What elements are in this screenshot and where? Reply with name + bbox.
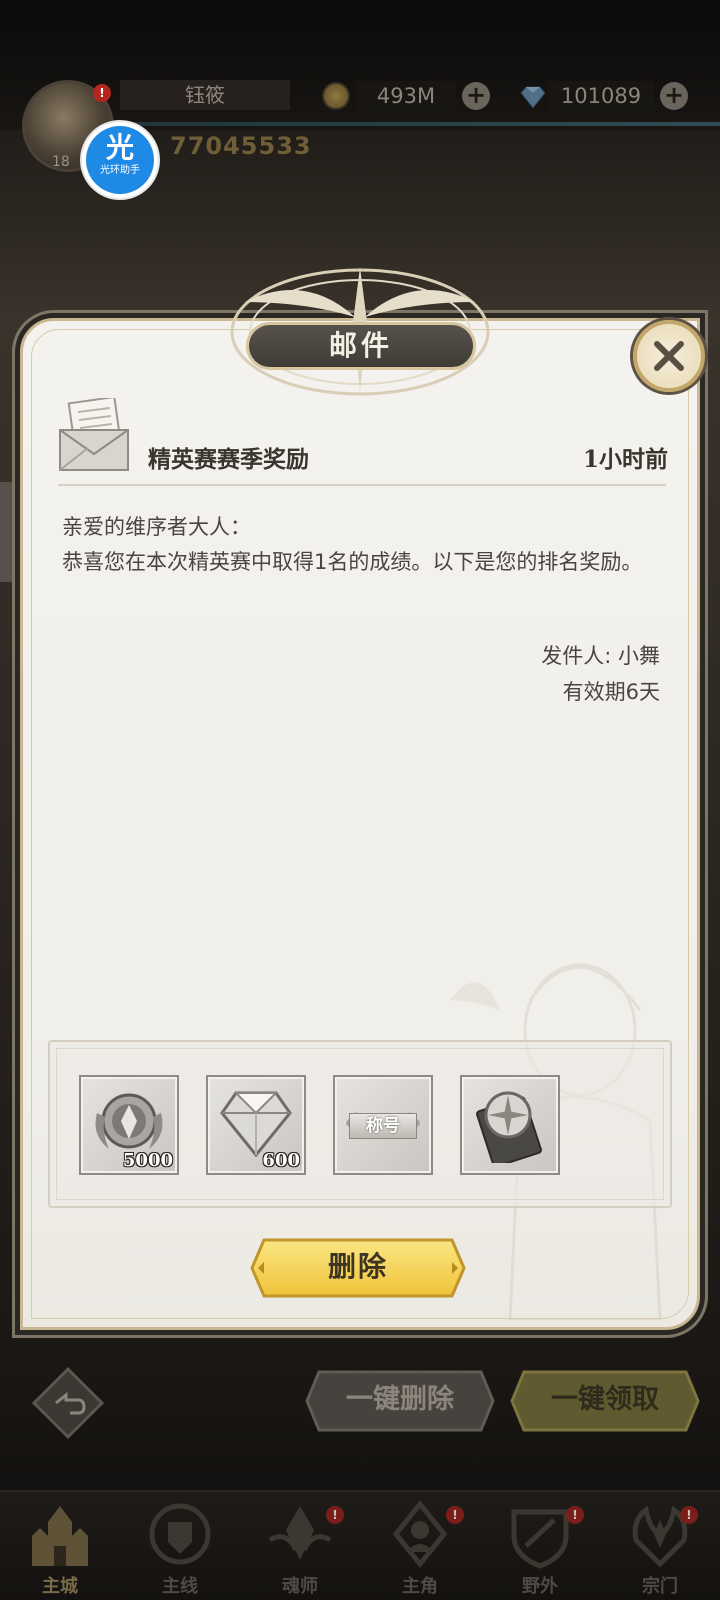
nav-item-sect[interactable]: 宗门 ! [600, 1492, 720, 1600]
mail-message: 恭喜您在本次精英赛中取得1名的成绩。以下是您的排名奖励。 [62, 550, 643, 574]
helper-icon: 光 光环助手 [86, 126, 154, 194]
nav-item-wilderness[interactable]: 野外 ! [480, 1492, 600, 1600]
avatar-alert-badge: ! [93, 84, 111, 102]
reward-item-card[interactable] [460, 1075, 560, 1175]
close-button[interactable] [633, 320, 705, 392]
dialog-title: 邮件 [246, 322, 476, 370]
gold-coin-icon [322, 82, 350, 110]
title-tag-label: 称号 [349, 1113, 417, 1139]
delete-all-label: 一键删除 [346, 1384, 454, 1415]
gold-amount: 493M [356, 81, 456, 111]
nav-label: 魂师 [282, 1576, 318, 1597]
reward-item-diamond[interactable]: 600 [206, 1075, 306, 1175]
nav-label: 野外 [522, 1576, 558, 1597]
reward-count: 5000 [122, 1150, 173, 1171]
add-diamond-button[interactable]: + [660, 82, 688, 110]
nav-item-spirit-master[interactable]: 魂师 ! [240, 1492, 360, 1600]
nav-item-main-quest[interactable]: 主线 [120, 1492, 240, 1600]
player-name: 钰筱 [120, 80, 290, 110]
wilderness-shield-icon [511, 1509, 569, 1569]
nav-alert-badge: ! [446, 1506, 464, 1524]
helper-label: 光环助手 [100, 165, 140, 176]
nav-label: 宗门 [642, 1576, 678, 1597]
hero-icon [392, 1500, 448, 1569]
nav-label: 主城 [42, 1576, 78, 1597]
compass-card-icon [476, 1091, 542, 1163]
mail-body: 亲爱的维序者大人： 恭喜您在本次精英赛中取得1名的成绩。以下是您的排名奖励。 [62, 510, 662, 580]
mail-header-divider [58, 484, 666, 486]
mail-sender: 发件人: 小舞 [541, 644, 660, 668]
nav-item-main-city[interactable]: 主城 [0, 1492, 120, 1600]
bottom-nav: 主城 主线 魂师 ! 主角 ! 野外 ! 宗门 ! [0, 1490, 720, 1600]
reward-item-title[interactable]: 称号 [333, 1075, 433, 1175]
spirit-master-icon [268, 1506, 332, 1560]
claim-all-label: 一键领取 [551, 1384, 659, 1415]
diamond-icon [520, 86, 546, 109]
mail-time: 1小时前 [582, 446, 668, 473]
envelope-icon [59, 398, 129, 471]
close-icon [654, 341, 684, 371]
helper-char: 光 [105, 131, 134, 164]
back-button[interactable] [30, 1365, 106, 1441]
reward-item-medal[interactable]: 5000 [79, 1075, 179, 1175]
nav-label: 主线 [162, 1576, 198, 1597]
add-gold-button[interactable]: + [462, 82, 490, 110]
combat-power: 77045533 [170, 132, 312, 160]
hud-divider [120, 122, 720, 126]
nav-item-hero[interactable]: 主角 ! [360, 1492, 480, 1600]
player-level: 18 [52, 154, 70, 170]
castle-icon [32, 1506, 88, 1566]
nav-alert-badge: ! [326, 1506, 344, 1524]
nav-label: 主角 [402, 1576, 438, 1597]
delete-button[interactable]: 删除 [250, 1238, 466, 1298]
diamond-amount: 101089 [548, 81, 654, 111]
claim-all-button[interactable]: 一键领取 [510, 1370, 700, 1432]
nav-alert-badge: ! [680, 1506, 698, 1524]
mail-validity: 有效期6天 [562, 680, 660, 704]
delete-all-button[interactable]: 一键删除 [305, 1370, 495, 1432]
shield-crest-icon [149, 1503, 211, 1565]
mail-subject: 精英赛赛季奖励 [148, 446, 309, 473]
helper-floating-button[interactable]: 光 光环助手 [80, 120, 160, 200]
nav-alert-badge: ! [566, 1506, 584, 1524]
delete-label: 删除 [327, 1250, 388, 1283]
mail-greeting: 亲爱的维序者大人： [62, 515, 251, 539]
reward-count: 600 [262, 1150, 300, 1171]
